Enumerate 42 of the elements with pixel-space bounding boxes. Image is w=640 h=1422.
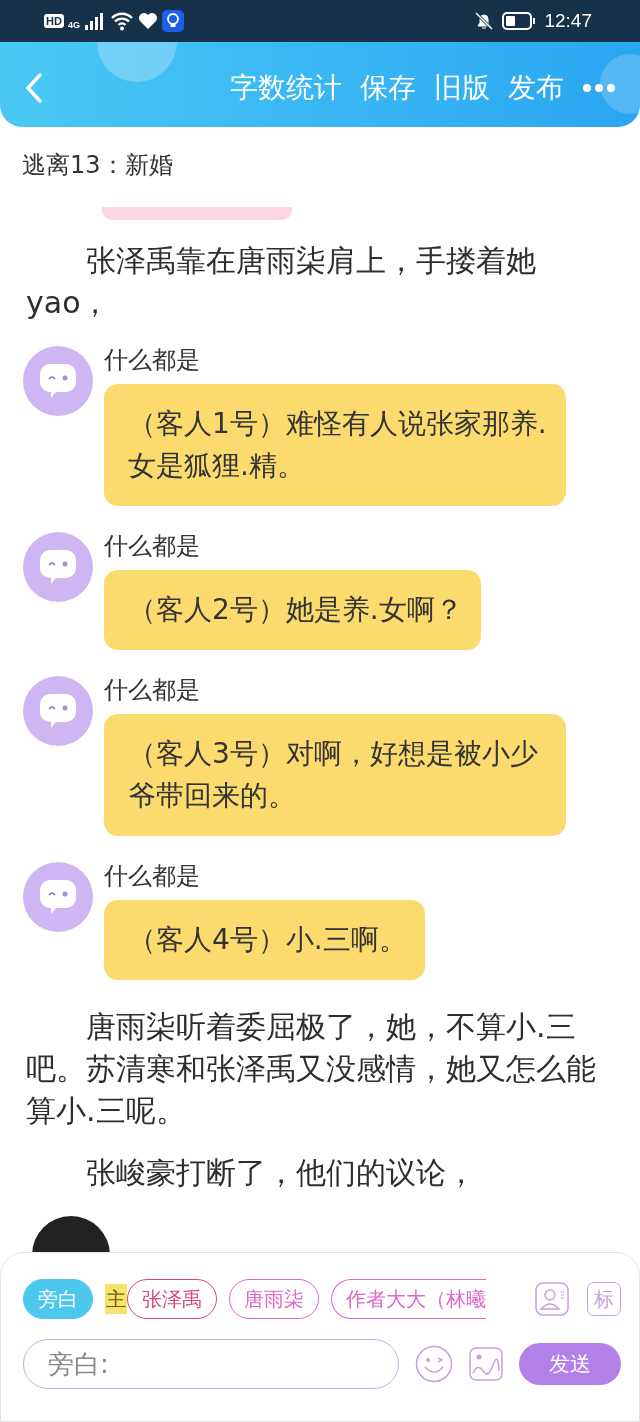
avatar-icon <box>23 532 93 602</box>
image-icon[interactable] <box>469 1347 503 1381</box>
mark-button[interactable]: 标 <box>587 1282 621 1316</box>
speech-bubble: （客人3号）对啊，好想是被小少爷带回来的。 <box>104 714 566 836</box>
header-action[interactable]: 字数统计 <box>230 68 342 107</box>
story-paragraph: 张峻豪打断了，他们的议论， <box>85 1154 477 1192</box>
role-chip[interactable]: 张泽禹 <box>127 1279 217 1319</box>
heart-icon <box>137 12 158 30</box>
speech-bubble: （客人1号）难怪有人说张家那养.女是狐狸.精。 <box>104 384 566 506</box>
avatar-icon <box>23 346 93 416</box>
back-icon[interactable] <box>24 71 44 104</box>
send-button[interactable]: 发送 <box>519 1343 621 1385</box>
chapter-title: 逃离13：新婚 <box>22 150 174 181</box>
speaker-name: 什么都是 <box>104 862 200 890</box>
avatar-icon <box>23 676 93 746</box>
role-chip[interactable]: 唐雨柒 <box>229 1279 319 1319</box>
lightbulb-icon <box>161 10 184 32</box>
input-field[interactable]: 旁白: <box>23 1339 399 1389</box>
header-action[interactable]: 旧版 <box>434 68 490 107</box>
speaker-name: 什么都是 <box>104 676 200 704</box>
person-card-icon[interactable] <box>535 1282 569 1316</box>
story-paragraph: 唐雨柒听着委屈极了，她，不算小.三吧。苏清寒和张泽禹又没感情，她又怎么能算小.三呢。 <box>26 1008 597 1130</box>
header-action[interactable]: 发布 <box>508 68 564 107</box>
role-chip[interactable]: 旁白 <box>23 1279 93 1319</box>
wifi-icon <box>109 11 134 31</box>
signal-icon <box>83 12 106 30</box>
smiley-icon[interactable] <box>415 1345 453 1383</box>
bell-off-icon <box>474 11 495 31</box>
role-chip[interactable]: 作者大大（林曦 <box>331 1279 486 1319</box>
speaker-name: 什么都是 <box>104 532 200 560</box>
avatar-icon <box>23 862 93 932</box>
more-icon[interactable] <box>582 82 616 93</box>
speech-bubble: （客人2号）她是养.女啊？ <box>104 570 481 650</box>
battery-icon <box>502 12 537 30</box>
hd-indicator: HD <box>44 14 64 28</box>
clock-time: 12:47 <box>544 10 592 32</box>
network-type: 4G <box>67 20 80 30</box>
speaker-name: 什么都是 <box>104 346 200 374</box>
lead-badge: 主 <box>105 1284 127 1314</box>
header-action[interactable]: 保存 <box>360 68 416 107</box>
speech-bubble: （客人4号）小.三啊。 <box>104 900 425 980</box>
story-paragraph: 张泽禹靠在唐雨柒肩上，手搂着她yao， <box>26 242 537 322</box>
